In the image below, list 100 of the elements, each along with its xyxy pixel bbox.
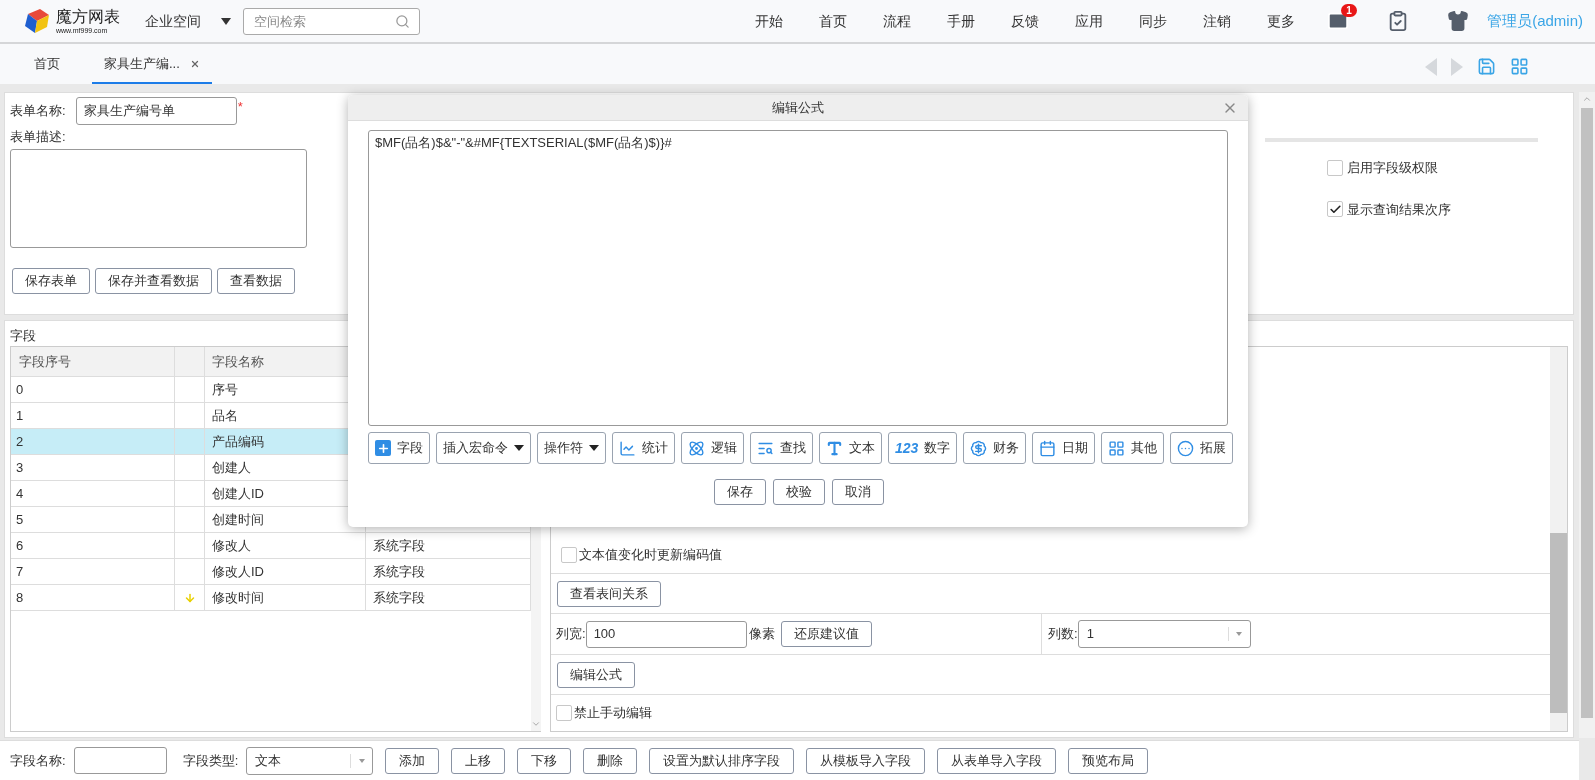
- toolbar-button[interactable]: 设置为默认排序字段: [649, 747, 795, 774]
- field-label: 列数:: [1048, 625, 1078, 644]
- table-cell: 2: [11, 429, 175, 454]
- field-type-select[interactable]: 文本: [246, 746, 374, 775]
- table-row[interactable]: 6 修改人 系统字段: [11, 533, 531, 559]
- dialog-button[interactable]: 校验: [772, 479, 825, 505]
- page-tab[interactable]: 家具生产编...: [92, 46, 212, 84]
- toolbar-button[interactable]: 预览布局: [1068, 747, 1149, 774]
- toolbar-button[interactable]: 从模板导入字段: [806, 747, 926, 774]
- page-scrollbar[interactable]: [1579, 92, 1595, 738]
- page-tab[interactable]: 首页: [22, 46, 72, 84]
- atom-icon: [688, 439, 705, 457]
- checkbox[interactable]: [1327, 159, 1343, 176]
- checkbox[interactable]: [561, 546, 577, 563]
- table-row[interactable]: 8 修改时间 系统字段: [11, 585, 531, 611]
- table-cell: 7: [11, 559, 175, 584]
- nav-link[interactable]: 反馈: [993, 10, 1058, 32]
- nav-link[interactable]: 应用: [1057, 10, 1122, 32]
- table-cell: 3: [11, 455, 175, 480]
- checkbox-label: 启用字段级权限: [1347, 159, 1438, 177]
- required-mark: *: [237, 98, 243, 116]
- more-icon: [1177, 439, 1195, 457]
- dialog-button[interactable]: 保存: [713, 479, 766, 505]
- checkbox-label: 显示查询结果次序: [1347, 200, 1451, 219]
- table-cell: 5: [11, 507, 175, 532]
- cube-logo-icon: [22, 6, 52, 36]
- space-menu[interactable]: 企业空间: [145, 10, 231, 32]
- form-name-field[interactable]: 家具生产编号单: [75, 97, 237, 125]
- nav-link[interactable]: 首页: [801, 10, 866, 32]
- scrollbar[interactable]: [1550, 347, 1567, 731]
- nav-link[interactable]: 注销: [1185, 10, 1250, 32]
- form-button[interactable]: 查看数据: [217, 267, 295, 294]
- number-icon: 123: [895, 437, 919, 459]
- nav-link[interactable]: 同步: [1121, 10, 1186, 32]
- nav-link[interactable]: 开始: [737, 10, 802, 32]
- table-cell: 修改人ID: [205, 559, 366, 584]
- toolbar-button[interactable]: 从表单导入字段: [937, 747, 1057, 774]
- relations-button[interactable]: 查看表间关系: [557, 580, 661, 607]
- caret-icon: [221, 17, 231, 25]
- edit-formula-button[interactable]: 编辑公式: [557, 661, 635, 688]
- toolbar-button[interactable]: 上移: [451, 747, 506, 774]
- scroll-up-icon[interactable]: [1582, 94, 1592, 104]
- tool-button[interactable]: 查找: [750, 432, 813, 464]
- formula-editor[interactable]: $MF(品名)$&"-"&#MF{TEXTSERIAL($MF(品名)$)}#: [368, 130, 1228, 426]
- tool-button[interactable]: 日期: [1032, 432, 1096, 464]
- search-field[interactable]: 空间检索: [243, 7, 420, 35]
- caret-icon: [514, 445, 524, 451]
- checkbox[interactable]: [1327, 201, 1343, 218]
- close-icon[interactable]: [189, 59, 200, 69]
- caret-icon: [358, 758, 365, 763]
- nav-link[interactable]: 更多: [1249, 10, 1314, 32]
- layout-icon[interactable]: [1510, 57, 1529, 76]
- right-arrow-icon[interactable]: [1451, 57, 1463, 76]
- nav-link[interactable]: 手册: [929, 10, 994, 32]
- field-label: 表单名称:: [10, 102, 66, 121]
- dialog-button[interactable]: 取消: [831, 479, 884, 505]
- tool-button[interactable]: 文本: [819, 432, 882, 464]
- left-arrow-icon[interactable]: [1425, 57, 1437, 76]
- toolbar-button[interactable]: 删除: [583, 747, 638, 774]
- column-count-select[interactable]: 1: [1077, 620, 1251, 648]
- caret-icon: [1236, 632, 1243, 636]
- table-cell: 6: [11, 533, 175, 558]
- shirt-icon[interactable]: [1447, 10, 1470, 32]
- tool-button[interactable]: 拓展: [1170, 432, 1234, 464]
- tool-button[interactable]: 统计: [612, 432, 675, 464]
- tool-button[interactable]: 财务: [963, 432, 1027, 464]
- checkbox[interactable]: [556, 705, 572, 721]
- tool-button[interactable]: 逻辑: [681, 432, 744, 464]
- save-icon[interactable]: [1477, 57, 1496, 76]
- search-icon: [395, 13, 410, 29]
- checkbox-label: 禁止手动编辑: [574, 704, 652, 723]
- field-name-input[interactable]: [73, 747, 167, 774]
- field-label: 列宽:: [556, 625, 586, 644]
- field-label: 字段名称:: [10, 751, 66, 770]
- caret-icon: [589, 445, 599, 451]
- form-button[interactable]: 保存并查看数据: [95, 267, 212, 294]
- restore-button[interactable]: 还原建议值: [780, 621, 872, 647]
- nav-link[interactable]: 流程: [865, 10, 930, 32]
- unit-label: 像素: [748, 625, 775, 644]
- tool-button[interactable]: 123 数字: [888, 432, 958, 464]
- tool-button[interactable]: 插入宏命令: [436, 432, 531, 464]
- dollar-icon: [970, 439, 988, 457]
- description-field[interactable]: [10, 148, 307, 248]
- field-label: 表单描述:: [10, 128, 67, 146]
- toolbar-button[interactable]: 下移: [517, 747, 572, 774]
- toolbar-button[interactable]: 添加: [385, 747, 440, 774]
- tool-button[interactable]: 字段: [368, 432, 430, 464]
- calendar-icon: [1039, 439, 1057, 457]
- table-cell: 0: [11, 377, 175, 402]
- section-title: 字段: [9, 327, 37, 345]
- table-cell: 修改人: [205, 533, 366, 558]
- form-button[interactable]: 保存表单: [12, 267, 90, 294]
- table-cell: 修改时间: [205, 585, 366, 610]
- dialog-title: 编辑公式: [772, 98, 824, 117]
- text-icon: [826, 439, 843, 457]
- tool-button[interactable]: 其他: [1101, 432, 1165, 464]
- table-row[interactable]: 7 修改人ID 系统字段: [11, 559, 531, 585]
- tool-button[interactable]: 操作符: [537, 432, 606, 464]
- scroll-down-icon[interactable]: [531, 719, 541, 729]
- column-width-field[interactable]: 100: [585, 620, 747, 648]
